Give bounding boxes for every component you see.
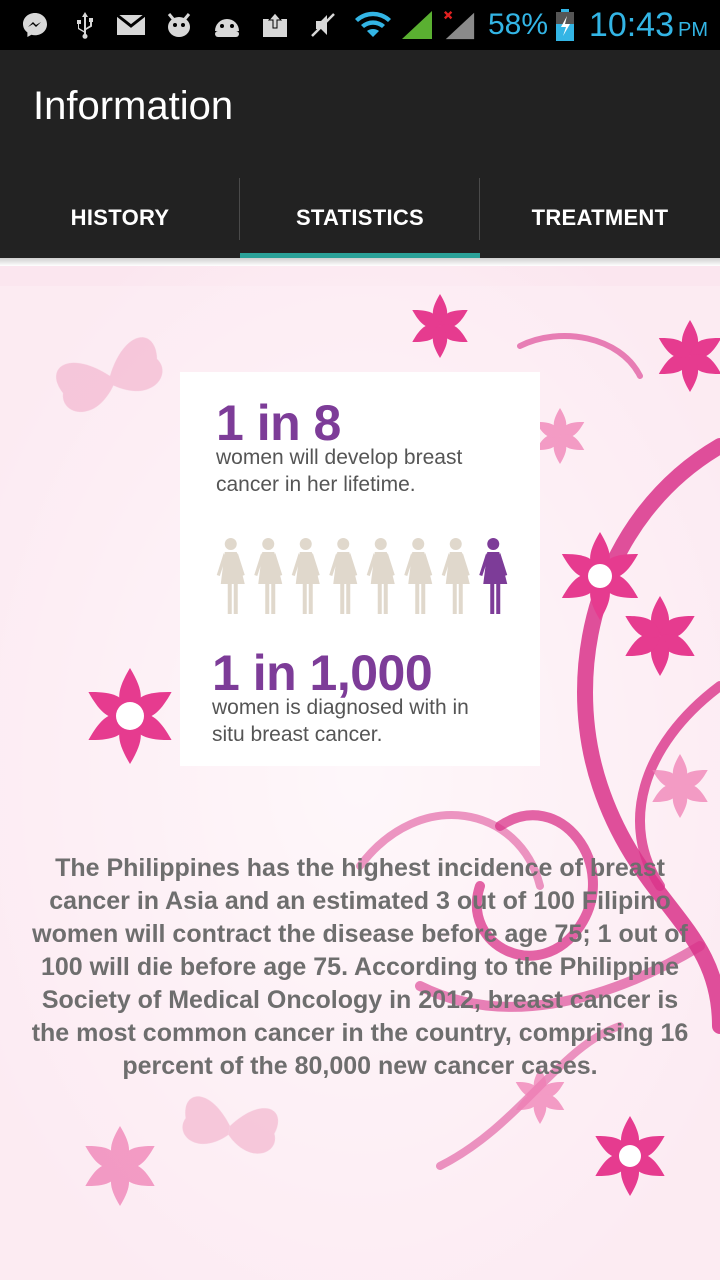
- woman-figure: [479, 538, 508, 614]
- stat-2-description: women is diagnosed with in situ breast c…: [212, 694, 469, 748]
- woman-figure: [254, 538, 283, 614]
- android-icon: [210, 8, 244, 42]
- battery-charging-icon: [552, 8, 578, 42]
- gmail-icon: [114, 8, 148, 42]
- stat-1-description-line: women will develop breast: [216, 446, 463, 469]
- battery-percent: 58%: [488, 8, 549, 41]
- messenger-icon: [18, 8, 52, 42]
- infographic-card: 1 in 8 women will develop breast cancer …: [180, 372, 540, 766]
- tab-history[interactable]: HISTORY: [0, 178, 240, 258]
- woman-figure: [366, 538, 395, 614]
- woman-figure: [329, 538, 358, 614]
- bug-icon: [162, 8, 196, 42]
- page-title: Information: [33, 84, 234, 128]
- usb-icon: [68, 8, 102, 42]
- woman-figure: [291, 538, 320, 614]
- women-figures-graphic: [216, 538, 508, 614]
- woman-figure: [216, 538, 245, 614]
- tab-bar-shadow: [0, 258, 720, 266]
- stat-2-description-line: situ breast cancer.: [212, 723, 383, 746]
- tab-bar: HISTORY STATISTICS TREATMENT: [0, 178, 720, 258]
- mute-icon: [306, 8, 340, 42]
- stat-2-description-line: women is diagnosed with in: [212, 696, 469, 719]
- stat-1-description-line: cancer in her lifetime.: [216, 473, 416, 496]
- clock-time: 10:43: [588, 6, 674, 44]
- upload-icon: [258, 8, 292, 42]
- signal-icon: [400, 8, 434, 42]
- statistics-paragraph: The Philippines has the highest incidenc…: [31, 854, 689, 1080]
- clock-ampm: PM: [678, 19, 708, 41]
- woman-figure: [404, 538, 433, 614]
- action-bar: Information: [0, 50, 720, 178]
- woman-figure: [441, 538, 470, 614]
- no-signal-icon: [442, 8, 476, 42]
- wifi-icon: [352, 8, 394, 42]
- status-bar: 58% 10:43 PM: [0, 0, 720, 50]
- tab-label: STATISTICS: [295, 205, 425, 230]
- tab-label: HISTORY: [70, 205, 170, 230]
- statistics-content[interactable]: 1 in 8 women will develop breast cancer …: [0, 266, 720, 1280]
- tab-treatment[interactable]: TREATMENT: [480, 178, 720, 258]
- clock: 10:43 PM: [589, 4, 708, 46]
- stat-1-description: women will develop breast cancer in her …: [216, 444, 462, 498]
- tab-statistics[interactable]: STATISTICS: [240, 178, 480, 258]
- tab-label: TREATMENT: [531, 205, 669, 230]
